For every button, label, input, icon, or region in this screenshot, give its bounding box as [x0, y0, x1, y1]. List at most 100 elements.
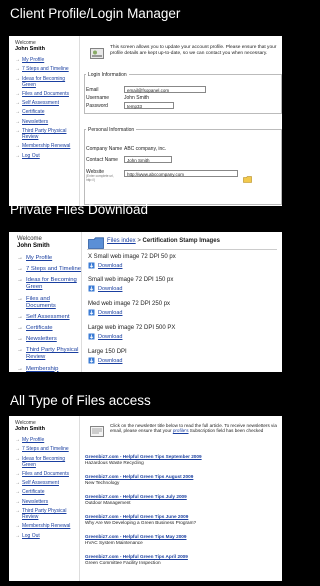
file-item: X Small web image 72 DPI 50 px Download: [88, 254, 176, 269]
newsletter-title-link[interactable]: Greenbiz7.com - Helpful Green Tips April…: [85, 554, 188, 559]
company-label: Company Name: [86, 146, 123, 152]
sidebar-item-my-profile[interactable]: My Profile: [17, 255, 81, 262]
newsletter-item: Greenbiz7.com - Helpful Green Tips May 2…: [85, 534, 187, 545]
download-icon: [88, 262, 95, 269]
sidebar-item-self-assessment[interactable]: Self Assessment: [15, 480, 79, 486]
newsletter-subtitle: New Technology: [85, 480, 120, 485]
download-icon: [88, 309, 95, 316]
sidebar-item-files[interactable]: Files and Documents: [15, 91, 79, 97]
email-label: Email: [86, 87, 99, 93]
username-label: John Smith: [17, 243, 50, 249]
profile-intro: This screen allows you to update your ac…: [110, 45, 277, 56]
newsletter-subtitle: Green Committee Facility Inspection: [85, 560, 161, 565]
profile-link[interactable]: profile's: [173, 428, 189, 433]
download-icon: [88, 285, 95, 292]
newsletter-title-link[interactable]: Greenbiz7.com - Helpful Green Tips June …: [85, 514, 196, 519]
sidebar-item-certificate[interactable]: Certificate: [15, 109, 79, 115]
sidebar-item-7-steps[interactable]: 7 Steps and Timeline: [17, 266, 81, 273]
profile-panel: Welcome John Smith My Profile 7 Steps an…: [9, 36, 282, 206]
sidebar-item-third-party[interactable]: Third Party Physical Review: [15, 128, 79, 140]
newsletters-panel: Welcome John Smith My Profile 7 Steps an…: [9, 416, 282, 581]
sidebar-item-ideas[interactable]: Ideas for Becoming Green: [17, 277, 81, 291]
newsletters-main: Click on the newsletter title below to r…: [82, 416, 282, 581]
section-title-all-files: All Type of Files access: [10, 393, 151, 408]
download-row: Download: [88, 357, 127, 364]
profile-main: This screen allows you to update your ac…: [82, 36, 282, 206]
folder-icon[interactable]: [243, 170, 252, 183]
sidebar-item-files[interactable]: Files and Documents: [15, 471, 79, 477]
file-name: Large 150 DPI: [88, 349, 127, 355]
download-link[interactable]: Download: [98, 286, 122, 292]
username-label: John Smith: [15, 426, 45, 432]
download-link[interactable]: Download: [98, 263, 122, 269]
sidebar-item-my-profile[interactable]: My Profile: [15, 57, 79, 63]
newsletter-subtitle: Hazardous Waste Recycling: [85, 460, 144, 465]
username-field-label: Username: [86, 95, 110, 101]
breadcrumb: Files index > Certification Stamp Images: [107, 238, 220, 244]
newsletter-title-link[interactable]: Greenbiz7.com - Helpful Green Tips July …: [85, 494, 187, 499]
sidebar-item-ideas[interactable]: Ideas for Becoming Green: [15, 456, 79, 468]
download-icon: [88, 357, 95, 364]
login-info-legend: Login Information: [86, 72, 129, 78]
sidebar-item-certificate[interactable]: Certificate: [17, 325, 81, 332]
personal-info-legend: Personal Information: [86, 127, 137, 133]
sidebar-item-self-assessment[interactable]: Self Assessment: [15, 100, 79, 106]
sidebar-item-certificate[interactable]: Certificate: [15, 489, 79, 495]
file-name: Large web image 72 DPI 500 PX: [88, 325, 176, 331]
contact-label: Contact Name: [86, 157, 118, 163]
newsletter-item: Greenbiz7.com - Helpful Green Tips Septe…: [85, 454, 202, 465]
section-title-profile: Client Profile/Login Manager: [10, 6, 181, 21]
sidebar: Welcome John Smith My Profile 7 Steps an…: [9, 416, 80, 581]
newsletter-title-link[interactable]: Greenbiz7.com - Helpful Green Tips May 2…: [85, 534, 187, 539]
file-item: Large 150 DPI Download: [88, 349, 127, 364]
file-item: Small web image 72 DPI 150 px Download: [88, 277, 173, 292]
newsletter-title-link[interactable]: Greenbiz7.com - Helpful Green Tips Augus…: [85, 474, 193, 479]
newsletters-intro: Click on the newsletter title below to r…: [110, 423, 280, 434]
download-link[interactable]: Download: [98, 358, 122, 364]
download-link[interactable]: Download: [98, 334, 122, 340]
sidebar-item-newsletters[interactable]: Newsletters: [17, 336, 81, 343]
sidebar-item-membership[interactable]: Membership Renewal: [15, 523, 79, 529]
sidebar-item-7-steps[interactable]: 7 Steps and Timeline: [15, 446, 79, 452]
newsletter-item: Greenbiz7.com - Helpful Green Tips April…: [85, 554, 188, 565]
email-field[interactable]: email@fsopanel.com: [124, 86, 206, 93]
breadcrumb-current: Certification Stamp Images: [142, 238, 220, 244]
sidebar-item-my-profile[interactable]: My Profile: [15, 437, 79, 443]
sidebar-item-logout[interactable]: Log Out: [15, 153, 79, 159]
newsletter-icon: [90, 424, 104, 437]
section-title-files: Private Files Download: [10, 202, 149, 217]
username-label: John Smith: [15, 46, 45, 52]
sidebar-item-newsletters[interactable]: Newsletters: [15, 119, 79, 125]
website-field[interactable]: http://www.abccompany.com: [124, 170, 238, 177]
newsletter-item: Greenbiz7.com - Helpful Green Tips June …: [85, 514, 196, 525]
sidebar-menu: My Profile 7 Steps and Timeline Ideas fo…: [9, 255, 81, 372]
sidebar-item-self-assessment[interactable]: Self Assessment: [17, 314, 81, 321]
sidebar-item-third-party[interactable]: Third Party Physical Review: [17, 347, 81, 361]
profile-icon: [90, 46, 104, 59]
newsletter-subtitle: HVAC System Maintenance: [85, 540, 143, 545]
newsletter-title-link[interactable]: Greenbiz7.com - Helpful Green Tips Septe…: [85, 454, 202, 459]
sidebar-item-third-party[interactable]: Third Party Physical Review: [15, 508, 79, 520]
sidebar-item-files[interactable]: Files and Documents: [17, 296, 81, 310]
welcome-label: Welcome: [17, 236, 42, 242]
file-name: Med web image 72 DPI 250 px: [88, 301, 171, 307]
sidebar-menu: My Profile 7 Steps and Timeline Ideas fo…: [9, 437, 79, 539]
sidebar-item-membership[interactable]: Membership Renewal: [15, 143, 79, 149]
sidebar-item-7-steps[interactable]: 7 Steps and Timeline: [15, 66, 79, 72]
sidebar-item-membership[interactable]: Membership Renewal: [17, 366, 81, 373]
sidebar-item-logout[interactable]: Log Out: [15, 533, 79, 539]
file-item: Large web image 72 DPI 500 PX Download: [88, 325, 175, 340]
divider: [87, 249, 277, 250]
sidebar: Welcome John Smith My Profile 7 Steps an…: [9, 36, 80, 206]
company-value: ABC company, inc.: [124, 146, 167, 152]
sidebar-item-newsletters[interactable]: Newsletters: [15, 499, 79, 505]
breadcrumb-files-index[interactable]: Files index: [107, 238, 136, 244]
download-icon: [88, 333, 95, 340]
contact-field[interactable]: John Smith: [124, 156, 172, 163]
sidebar-item-ideas[interactable]: Ideas for Becoming Green: [15, 76, 79, 88]
password-label: Password: [86, 103, 108, 109]
newsletter-subtitle: Why Are We Developing a Green Business P…: [85, 520, 197, 525]
password-field[interactable]: temp33: [124, 102, 174, 109]
download-link[interactable]: Download: [98, 310, 122, 316]
download-row: Download: [88, 285, 173, 292]
